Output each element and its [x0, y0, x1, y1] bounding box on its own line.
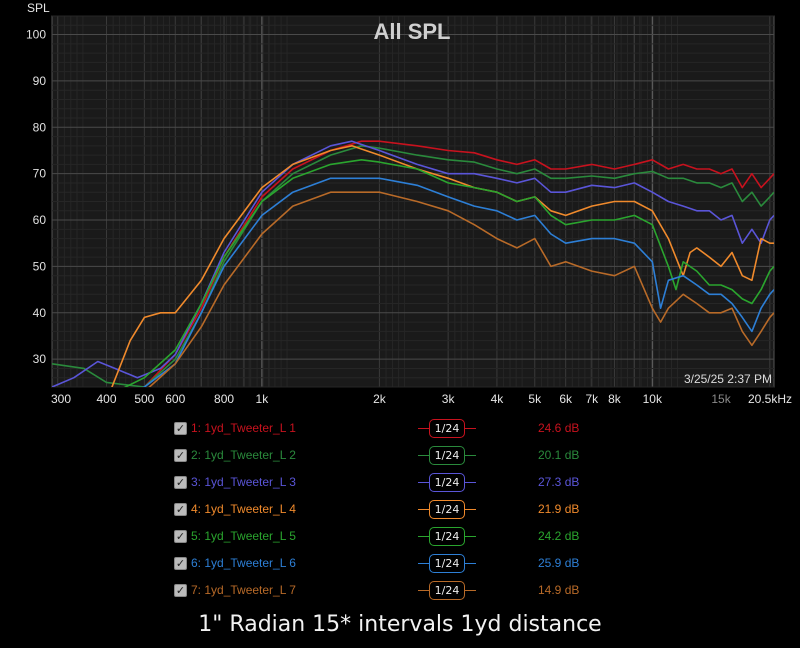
x-tick-label: 400	[97, 392, 117, 406]
series-name[interactable]: 6: 1yd_Tweeter_L 6	[191, 556, 296, 570]
series-name[interactable]: 7: 1yd_Tweeter_L 7	[191, 583, 296, 597]
level-value: 14.9 dB	[538, 583, 580, 597]
x-tick-label: 500	[134, 392, 154, 406]
timestamp: 3/25/25 2:37 PM	[684, 372, 772, 386]
x-tick-label: 800	[214, 392, 234, 406]
y-tick-label: 50	[33, 259, 47, 273]
y-tick-label: 90	[33, 74, 47, 88]
series-name[interactable]: 4: 1yd_Tweeter_L 4	[191, 502, 296, 516]
checkbox[interactable]: ✓	[174, 476, 187, 489]
y-tick-label: 100	[26, 28, 46, 42]
smoothing-control[interactable]: 1/24	[418, 418, 476, 440]
legend-row: ✓ 7: 1yd_Tweeter_L 7 1/24 14.9 dB	[170, 580, 590, 607]
y-axis-label: SPL	[27, 1, 50, 15]
series-name[interactable]: 1: 1yd_Tweeter_L 1	[191, 421, 296, 435]
x-tick-label: 7k	[585, 392, 599, 406]
smoothing-control[interactable]: 1/24	[418, 499, 476, 521]
x-tick-label: 3k	[442, 392, 456, 406]
level-value: 24.6 dB	[538, 421, 580, 435]
smoothing-label: 1/24	[429, 473, 465, 492]
grid	[52, 15, 774, 388]
y-tick-label: 60	[33, 213, 47, 227]
smoothing-control[interactable]: 1/24	[418, 445, 476, 467]
x-tick-label: 6k	[559, 392, 573, 406]
smoothing-label: 1/24	[429, 581, 465, 600]
x-tick-label: 15k	[711, 392, 731, 406]
x-tick-label: 1k	[256, 392, 270, 406]
chart-title: All SPL	[373, 19, 450, 44]
legend-row: ✓ 6: 1yd_Tweeter_L 6 1/24 25.9 dB	[170, 553, 590, 580]
y-tick-label: 40	[33, 306, 47, 320]
checkbox[interactable]: ✓	[174, 449, 187, 462]
x-tick-label: 4k	[491, 392, 505, 406]
x-tick-label: 10k	[643, 392, 663, 406]
x-tick-label: 20.5kHz	[748, 392, 792, 406]
smoothing-control[interactable]: 1/24	[418, 526, 476, 548]
series-name[interactable]: 3: 1yd_Tweeter_L 3	[191, 475, 296, 489]
level-value: 20.1 dB	[538, 448, 580, 462]
level-value: 27.3 dB	[538, 475, 580, 489]
x-tick-label: 2k	[373, 392, 387, 406]
x-tick-label: 300	[51, 392, 71, 406]
smoothing-label: 1/24	[429, 419, 465, 438]
smoothing-label: 1/24	[429, 554, 465, 573]
y-tick-label: 30	[33, 352, 47, 366]
x-tick-label: 600	[165, 392, 185, 406]
legend-row: ✓ 5: 1yd_Tweeter_L 5 1/24 24.2 dB	[170, 526, 590, 553]
legend-row: ✓ 1: 1yd_Tweeter_L 1 1/24 24.6 dB	[170, 418, 590, 445]
spl-chart: 30 40 50 60 70 80 90 100 300 400 500 600 800 1k 2k 3k 4k…	[26, 1, 792, 406]
series-name[interactable]: 5: 1yd_Tweeter_L 5	[191, 529, 296, 543]
level-value: 21.9 dB	[538, 502, 580, 516]
series-name[interactable]: 2: 1yd_Tweeter_L 2	[191, 448, 296, 462]
smoothing-label: 1/24	[429, 446, 465, 465]
level-value: 24.2 dB	[538, 529, 580, 543]
x-tick-label: 5k	[528, 392, 542, 406]
x-tick-label: 8k	[608, 392, 622, 406]
checkbox[interactable]: ✓	[174, 503, 187, 516]
smoothing-label: 1/24	[429, 500, 465, 519]
y-tick-label: 70	[33, 167, 47, 181]
level-value: 25.9 dB	[538, 556, 580, 570]
legend: ✓ 1: 1yd_Tweeter_L 1 1/24 24.6 dB ✓ 2: 1…	[170, 418, 590, 607]
checkbox[interactable]: ✓	[174, 557, 187, 570]
checkbox[interactable]: ✓	[174, 584, 187, 597]
y-tick-label: 80	[33, 120, 47, 134]
checkbox[interactable]: ✓	[174, 530, 187, 543]
caption: 1" Radian 15* intervals 1yd distance	[198, 612, 602, 637]
legend-row: ✓ 2: 1yd_Tweeter_L 2 1/24 20.1 dB	[170, 445, 590, 472]
legend-row: ✓ 4: 1yd_Tweeter_L 4 1/24 21.9 dB	[170, 499, 590, 526]
smoothing-control[interactable]: 1/24	[418, 472, 476, 494]
smoothing-control[interactable]: 1/24	[418, 553, 476, 575]
checkbox[interactable]: ✓	[174, 422, 187, 435]
legend-row: ✓ 3: 1yd_Tweeter_L 3 1/24 27.3 dB	[170, 472, 590, 499]
smoothing-control[interactable]: 1/24	[418, 580, 476, 602]
smoothing-label: 1/24	[429, 527, 465, 546]
